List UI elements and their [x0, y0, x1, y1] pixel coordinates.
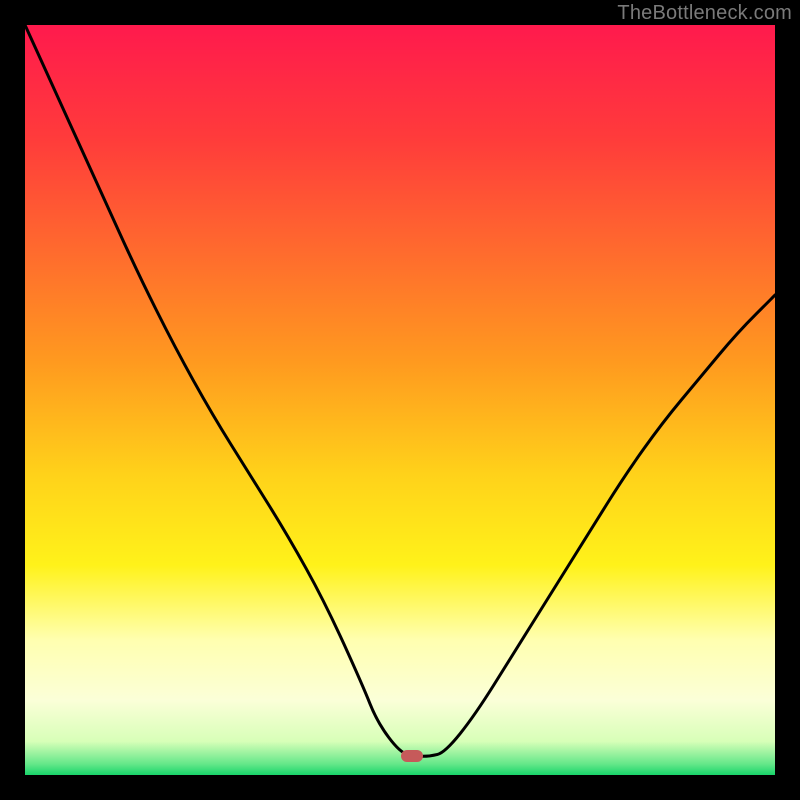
attribution-text: TheBottleneck.com [617, 2, 792, 25]
chart-stage: TheBottleneck.com [0, 0, 800, 800]
plot-area [25, 25, 775, 775]
minimum-marker [401, 750, 423, 762]
bottleneck-curve [25, 25, 775, 775]
